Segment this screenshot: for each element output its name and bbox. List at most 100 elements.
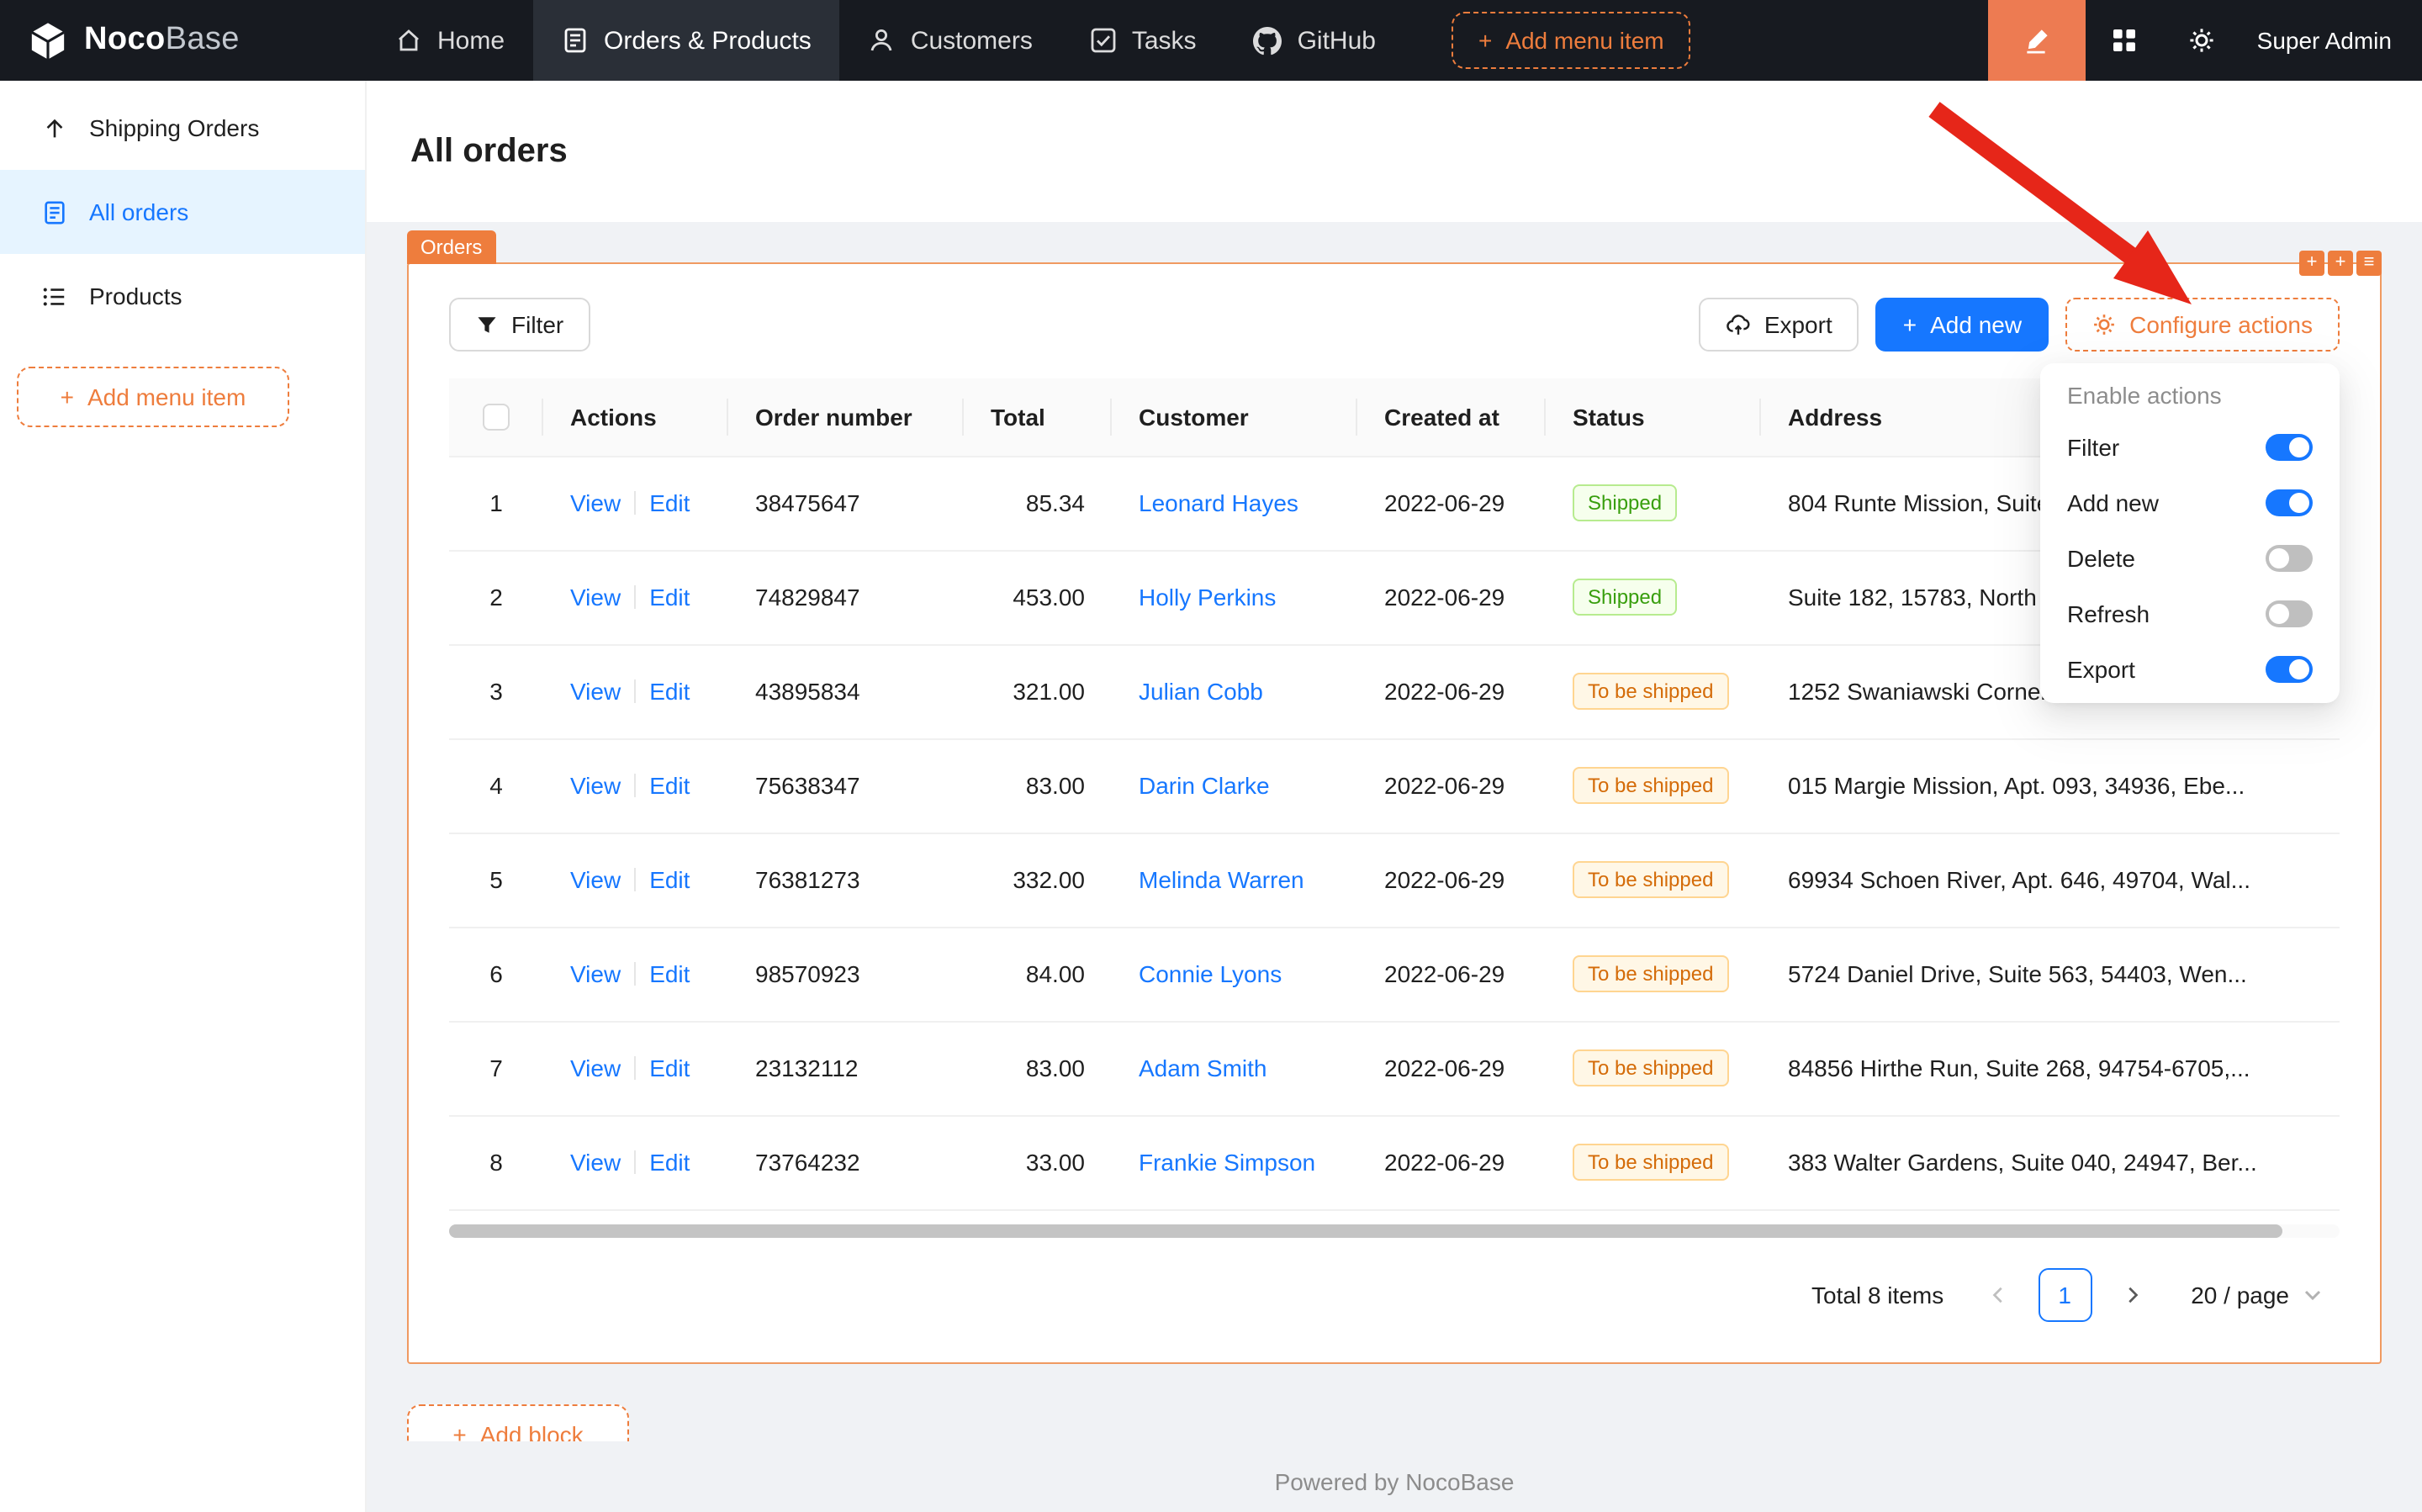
row-index: 8 [449, 1115, 543, 1209]
block-settings-icon[interactable]: ≡ [2356, 251, 2382, 276]
view-link[interactable]: View [570, 960, 621, 987]
customer-link[interactable]: Connie Lyons [1139, 960, 1282, 987]
toolbar-right: Export + Add new Configure actions [1699, 298, 2340, 352]
export-label: Export [1764, 311, 1832, 338]
nav-item-tasks[interactable]: Tasks [1061, 0, 1225, 81]
edit-link[interactable]: Edit [649, 489, 690, 516]
toggle-switch[interactable] [2266, 600, 2313, 626]
grid-icon [2111, 27, 2138, 54]
cell-total: 453.00 [964, 550, 1112, 644]
sidebar-item-shipping-orders[interactable]: Shipping Orders [0, 86, 365, 170]
status-badge: To be shipped [1573, 1144, 1728, 1181]
enable-action-label: Filter [2067, 433, 2119, 460]
enable-action-item[interactable]: Filter [2047, 419, 2333, 474]
export-button[interactable]: Export [1699, 298, 1859, 352]
customer-link[interactable]: Melinda Warren [1139, 866, 1304, 893]
gear-icon [2092, 313, 2116, 336]
edit-link[interactable]: Edit [649, 1149, 690, 1176]
status-badge: To be shipped [1573, 1049, 1728, 1086]
sidebar-add-menu-item-button[interactable]: + Add menu item [17, 367, 289, 427]
cell-created-at: 2022-06-29 [1357, 456, 1546, 550]
column-header-actions: Actions [543, 378, 728, 456]
toggle-switch[interactable] [2266, 433, 2313, 460]
table-row[interactable]: 6 ViewEdit 98570923 84.00 Connie Lyons 2… [449, 927, 2340, 1021]
horizontal-scrollbar-thumb[interactable] [449, 1224, 2283, 1237]
column-header-order-number: Order number [728, 378, 964, 456]
edit-link[interactable]: Edit [649, 678, 690, 705]
sidebar-item-products[interactable]: Products [0, 254, 365, 338]
view-link[interactable]: View [570, 866, 621, 893]
add-block-icon[interactable]: + [2328, 251, 2353, 276]
add-block-button[interactable]: + Add block [407, 1404, 629, 1441]
pagination-prev-button[interactable] [1970, 1267, 2024, 1321]
nav-item-github[interactable]: GitHub [1225, 0, 1404, 81]
page-content: Orders + + ≡ Filter Export [367, 222, 2422, 1512]
toggle-switch[interactable] [2266, 655, 2313, 682]
export-cloud-icon [1726, 312, 1751, 337]
edit-link[interactable]: Edit [649, 772, 690, 799]
chevron-right-icon [2122, 1284, 2142, 1304]
pagination-page-1-button[interactable]: 1 [2038, 1267, 2091, 1321]
nav-item-customers[interactable]: Customers [840, 0, 1061, 81]
filter-button[interactable]: Filter [449, 298, 590, 352]
table-row[interactable]: 7 ViewEdit 23132112 83.00 Adam Smith 202… [449, 1021, 2340, 1115]
nav-item-home[interactable]: Home [367, 0, 533, 81]
row-index: 4 [449, 738, 543, 833]
enable-action-item[interactable]: Refresh [2047, 585, 2333, 641]
cell-total: 332.00 [964, 833, 1112, 927]
main-area: All orders Orders + + ≡ Filter [367, 81, 2422, 1512]
settings-gear-button[interactable] [2163, 0, 2240, 81]
cell-order-number: 75638347 [728, 738, 964, 833]
edit-link[interactable]: Edit [649, 866, 690, 893]
customer-link[interactable]: Adam Smith [1139, 1055, 1267, 1081]
view-link[interactable]: View [570, 1149, 621, 1176]
configure-actions-button[interactable]: Configure actions [2065, 298, 2340, 352]
view-link[interactable]: View [570, 678, 621, 705]
add-new-button[interactable]: + Add new [1876, 298, 2049, 352]
orders-icon [562, 27, 589, 54]
sidebar-item-all-orders[interactable]: All orders [0, 170, 365, 254]
cell-order-number: 98570923 [728, 927, 964, 1021]
pagination-next-button[interactable] [2105, 1267, 2159, 1321]
customer-link[interactable]: Holly Perkins [1139, 584, 1276, 611]
edit-link[interactable]: Edit [649, 960, 690, 987]
view-link[interactable]: View [570, 489, 621, 516]
ui-editor-button[interactable] [1988, 0, 2086, 81]
edit-link[interactable]: Edit [649, 1055, 690, 1081]
view-link[interactable]: View [570, 1055, 621, 1081]
table-row[interactable]: 4 ViewEdit 75638347 83.00 Darin Clarke 2… [449, 738, 2340, 833]
table-row[interactable]: 5 ViewEdit 76381273 332.00 Melinda Warre… [449, 833, 2340, 927]
cell-created-at: 2022-06-29 [1357, 927, 1546, 1021]
toggle-switch[interactable] [2266, 544, 2313, 571]
page-size-select[interactable]: 20 / page [2172, 1267, 2340, 1321]
nocobase-logo[interactable]: NocoBase [0, 0, 367, 81]
cell-created-at: 2022-06-29 [1357, 1021, 1546, 1115]
file-icon [42, 199, 67, 225]
view-link[interactable]: View [570, 584, 621, 611]
action-divider [634, 679, 636, 703]
enable-action-item[interactable]: Delete [2047, 530, 2333, 585]
user-menu[interactable]: Super Admin [2240, 27, 2422, 54]
sidebar-item-label: Shipping Orders [89, 114, 259, 141]
customer-link[interactable]: Julian Cobb [1139, 678, 1263, 705]
enable-action-item[interactable]: Export [2047, 641, 2333, 696]
enable-action-item[interactable]: Add new [2047, 474, 2333, 530]
view-link[interactable]: View [570, 772, 621, 799]
plugins-grid-button[interactable] [2086, 0, 2163, 81]
customer-link[interactable]: Frankie Simpson [1139, 1149, 1315, 1176]
navbar-add-menu-item-button[interactable]: + Add menu item [1452, 12, 1691, 69]
toggle-switch[interactable] [2266, 489, 2313, 515]
customer-link[interactable]: Darin Clarke [1139, 772, 1270, 799]
status-badge: Shipped [1573, 579, 1677, 616]
select-all-checkbox[interactable] [483, 404, 510, 431]
nav-item-orders-products[interactable]: Orders & Products [533, 0, 840, 81]
column-header-customer: Customer [1112, 378, 1357, 456]
customer-link[interactable]: Leonard Hayes [1139, 489, 1298, 516]
edit-link[interactable]: Edit [649, 584, 690, 611]
status-badge: To be shipped [1573, 861, 1728, 898]
row-index: 6 [449, 927, 543, 1021]
cell-address: 5724 Daniel Drive, Suite 563, 54403, Wen… [1761, 927, 2340, 1021]
table-row[interactable]: 8 ViewEdit 73764232 33.00 Frankie Simpso… [449, 1115, 2340, 1209]
status-badge: To be shipped [1573, 955, 1728, 992]
add-column-icon[interactable]: + [2299, 251, 2324, 276]
